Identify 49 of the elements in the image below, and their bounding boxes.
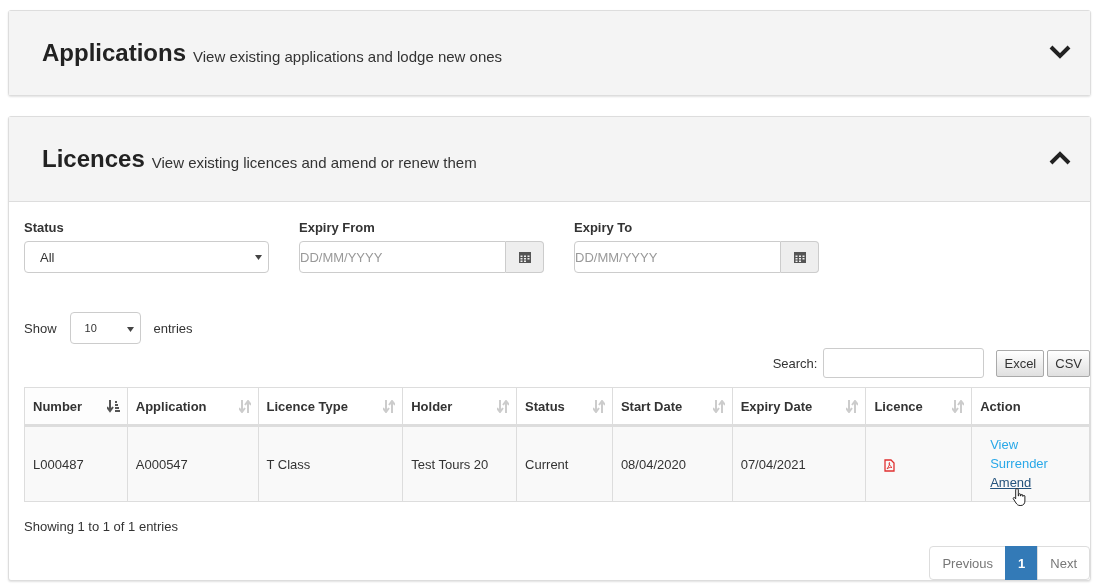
table-cell: Test Tours 20 [402, 425, 517, 502]
length-label: entries [153, 320, 193, 336]
export-button[interactable]: Excel [996, 349, 1045, 377]
calendar-icon [518, 251, 531, 263]
date-input[interactable]: DD/MM/YYYY [574, 241, 781, 273]
status-select[interactable]: All [24, 241, 269, 273]
table-cell: A000547 [127, 425, 258, 502]
table-cell: 08/04/2020 [612, 425, 733, 502]
chevron-up-icon[interactable] [1049, 150, 1071, 166]
panel-header[interactable]: Licences View existing licences and amend or renew them [9, 117, 1090, 201]
sort-icon [952, 400, 965, 413]
search-label: Search: [772, 355, 818, 371]
export-button[interactable]: CSV [1047, 349, 1090, 377]
length-label: Show [24, 320, 57, 336]
pagination-button[interactable]: 1 [1005, 546, 1039, 580]
sort-ascending-icon [106, 400, 120, 413]
pdf-file-icon[interactable] [884, 458, 896, 472]
pagination-button[interactable]: Next [1037, 546, 1090, 580]
panel-title: Licences [42, 145, 145, 173]
field-label: Expiry From [299, 220, 376, 235]
action-link[interactable]: Amend [990, 475, 1081, 491]
calendar-button[interactable] [781, 241, 819, 273]
field-label: Expiry To [574, 220, 634, 235]
sort-icon [238, 400, 251, 413]
panel-header[interactable]: Applications View existing applications and lodge new ones [9, 11, 1090, 95]
table-info: Showing 1 to 1 of 1 entries [24, 519, 179, 534]
table-cell: Current [516, 425, 613, 502]
pagination-button[interactable]: Previous [929, 546, 1007, 580]
table-cell: L000487 [24, 425, 128, 502]
panel-subtitle: View existing applications and lodge new ones [193, 47, 503, 65]
column-header[interactable]: Number [24, 387, 128, 426]
calendar-icon [793, 251, 806, 263]
sort-icon [592, 400, 605, 413]
sort-icon [712, 400, 725, 413]
table-cell: T Class [258, 425, 403, 502]
table-cell: 07/04/2021 [732, 425, 866, 502]
date-input[interactable]: DD/MM/YYYY [299, 241, 506, 273]
sort-icon [497, 400, 510, 413]
sort-icon [383, 400, 396, 413]
panel-title: Applications [42, 39, 186, 67]
calendar-button[interactable] [506, 241, 544, 273]
sort-icon [846, 400, 859, 413]
caret-icon [255, 255, 262, 260]
caret-icon [126, 327, 134, 332]
entries-select[interactable]: 10 [69, 312, 141, 344]
field-label: Status [24, 220, 65, 235]
search-field[interactable] [823, 348, 985, 378]
panel-subtitle: View existing licences and amend or renew them [151, 153, 477, 171]
chevron-down-icon[interactable] [1049, 44, 1071, 60]
